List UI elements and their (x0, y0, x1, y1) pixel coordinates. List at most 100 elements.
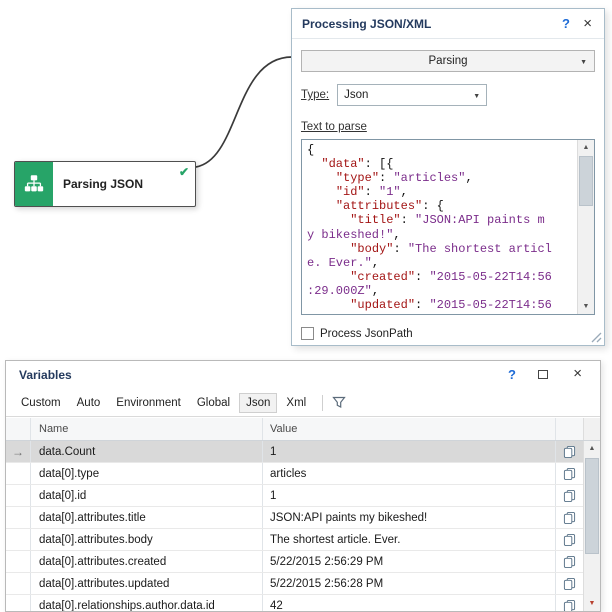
cell-value: JSON:API paints my bikeshed! (263, 507, 556, 528)
grid-header: Name Value (6, 418, 600, 441)
code-line: "title": "JSON:API paints m (307, 213, 572, 227)
cell-value: The shortest article. Ever. (263, 529, 556, 550)
row-indicator: → (6, 441, 31, 462)
cell-name: data[0].attributes.title (31, 507, 263, 528)
cell-name: data[0].attributes.body (31, 529, 263, 550)
copy-icon[interactable] (556, 463, 583, 484)
cell-name: data[0].type (31, 463, 263, 484)
table-row[interactable]: data[0].id1 (6, 485, 583, 507)
variables-titlebar: Variables ? × (6, 361, 600, 389)
tab-auto[interactable]: Auto (70, 393, 108, 413)
rows: →data.Count1data[0].typearticlesdata[0].… (6, 441, 583, 611)
row-indicator (6, 463, 31, 484)
cell-value: 5/22/2015 2:56:28 PM (263, 573, 556, 594)
node-label: Parsing JSON (63, 162, 143, 206)
variables-tabs: CustomAutoEnvironmentGlobalJsonXml (6, 389, 600, 417)
variables-grid: Name Value →data.Count1data[0].typeartic… (6, 418, 600, 611)
code-line: "attributes": { (307, 199, 572, 213)
table-row[interactable]: data[0].attributes.created5/22/2015 2:56… (6, 551, 583, 573)
variables-window: Variables ? × CustomAutoEnvironmentGloba… (5, 360, 601, 612)
workflow-node-parsing-json[interactable]: Parsing JSON ✔ (14, 161, 196, 207)
type-combobox[interactable]: Json ▼ (337, 84, 487, 106)
process-jsonpath-label: Process JsonPath (320, 328, 413, 340)
cell-name: data[0].attributes.created (31, 551, 263, 572)
mode-dropdown[interactable]: Parsing ▼ (301, 50, 595, 72)
copy-icon[interactable] (556, 573, 583, 594)
type-combobox-value: Json (344, 89, 368, 101)
scroll-thumb[interactable] (585, 458, 599, 554)
copy-icon[interactable] (556, 507, 583, 528)
row-indicator (6, 507, 31, 528)
copy-icon[interactable] (556, 485, 583, 506)
tab-separator (322, 395, 323, 411)
header-scrollbar-cap (583, 418, 600, 440)
cell-name: data.Count (31, 441, 263, 462)
editor-scrollbar[interactable]: ▲ ▼ (577, 140, 594, 314)
json-code: { "data": [{ "type": "articles", "id": "… (302, 140, 577, 314)
filter-icon[interactable] (332, 396, 346, 409)
table-row[interactable]: data[0].relationships.author.data.id42 (6, 595, 583, 611)
success-check-icon: ✔ (179, 165, 189, 179)
copy-icon[interactable] (556, 551, 583, 572)
table-row[interactable]: data[0].attributes.bodyThe shortest arti… (6, 529, 583, 551)
row-indicator (6, 595, 31, 611)
header-copy-column (556, 418, 583, 440)
row-indicator (6, 529, 31, 550)
text-to-parse-editor[interactable]: { "data": [{ "type": "articles", "id": "… (301, 139, 595, 315)
help-icon[interactable]: ? (508, 367, 516, 382)
code-line: y bikeshed!", (307, 228, 572, 242)
cell-name: data[0].relationships.author.data.id (31, 595, 263, 611)
cell-value: 1 (263, 485, 556, 506)
code-line: e. Ever.", (307, 256, 572, 270)
close-icon[interactable]: × (583, 16, 592, 31)
table-row[interactable]: →data.Count1 (6, 441, 583, 463)
chevron-down-icon: ▼ (473, 93, 480, 100)
table-row[interactable]: data[0].attributes.updated5/22/2015 2:56… (6, 573, 583, 595)
copy-icon[interactable] (556, 595, 583, 611)
panel-titlebar: Processing JSON/XML ? × (292, 9, 604, 39)
close-icon[interactable]: × (573, 366, 582, 381)
type-label[interactable]: Type: (301, 89, 329, 101)
cell-value: 42 (263, 595, 556, 611)
column-header-name[interactable]: Name (31, 418, 263, 440)
code-line: "updated": "2015-05-22T14:56 (307, 298, 572, 312)
header-gutter (6, 418, 31, 440)
mode-dropdown-value: Parsing (429, 55, 468, 67)
copy-icon[interactable] (556, 441, 583, 462)
code-line: :29.000Z", (307, 284, 572, 298)
cell-value: 1 (263, 441, 556, 462)
cell-value: articles (263, 463, 556, 484)
code-line: "body": "The shortest articl (307, 242, 572, 256)
scroll-down-icon[interactable]: ▼ (584, 596, 600, 611)
help-icon[interactable]: ? (562, 16, 570, 31)
row-indicator (6, 573, 31, 594)
table-row[interactable]: data[0].typearticles (6, 463, 583, 485)
column-header-value[interactable]: Value (263, 418, 556, 440)
tab-environment[interactable]: Environment (109, 393, 188, 413)
code-line: "data": [{ (307, 157, 572, 171)
scroll-up-icon[interactable]: ▲ (578, 140, 594, 155)
tab-json[interactable]: Json (239, 393, 277, 413)
scroll-down-icon[interactable]: ▼ (578, 299, 594, 314)
maximize-icon[interactable] (538, 370, 548, 379)
scroll-up-icon[interactable]: ▲ (584, 441, 600, 456)
process-jsonpath-checkbox[interactable] (301, 327, 314, 340)
chevron-down-icon: ▼ (580, 59, 587, 66)
tab-xml[interactable]: Xml (279, 393, 313, 413)
code-line: "created": "2015-05-22T14:56 (307, 270, 572, 284)
tab-global[interactable]: Global (190, 393, 237, 413)
row-indicator (6, 485, 31, 506)
cell-name: data[0].attributes.updated (31, 573, 263, 594)
cell-name: data[0].id (31, 485, 263, 506)
variables-title: Variables (19, 368, 72, 382)
grid-scrollbar[interactable]: ▲ ▼ (583, 441, 600, 611)
tab-custom[interactable]: Custom (14, 393, 68, 413)
copy-icon[interactable] (556, 529, 583, 550)
row-indicator (6, 551, 31, 572)
cell-value: 5/22/2015 2:56:29 PM (263, 551, 556, 572)
scroll-thumb[interactable] (579, 156, 593, 206)
panel-title: Processing JSON/XML (302, 17, 431, 31)
text-to-parse-label[interactable]: Text to parse (301, 121, 367, 133)
resize-grip-icon[interactable] (591, 332, 602, 343)
table-row[interactable]: data[0].attributes.titleJSON:API paints … (6, 507, 583, 529)
